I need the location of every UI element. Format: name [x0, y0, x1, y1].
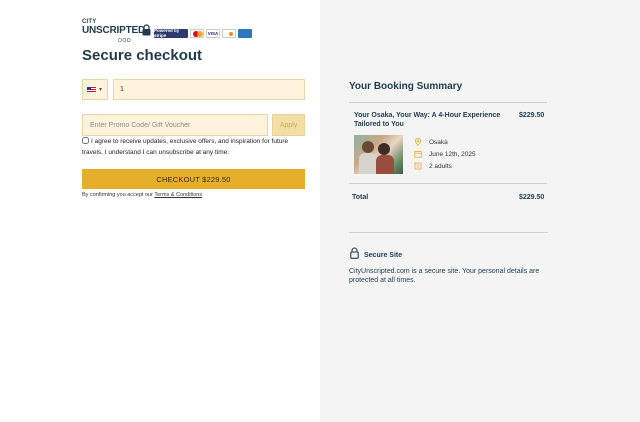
secure-site-text: CityUnscripted.com is a secure site. You…: [349, 268, 540, 284]
total-label: Total: [352, 194, 369, 201]
divider: [349, 183, 547, 184]
stripe-badge: Powered by stripe: [154, 28, 188, 38]
page-title: Secure checkout: [82, 47, 203, 64]
consent-label: I agree to receive updates, exclusive of…: [82, 138, 289, 156]
logo-line-3: OOO: [118, 38, 132, 44]
promo-code-input[interactable]: [82, 114, 268, 136]
marketing-consent: I agree to receive updates, exclusive of…: [82, 137, 307, 158]
location-row: Osaka: [414, 138, 448, 146]
ticket-icon: [414, 162, 422, 170]
checkout-panel: CITY UNSCRIPTED OOO Powered by stripe VI…: [0, 0, 320, 422]
checkout-button[interactable]: CHECKOUT $229.50: [82, 169, 305, 189]
booking-summary-panel: [320, 0, 640, 422]
guests-text: 2 adults: [429, 162, 452, 170]
location-text: Osaka: [429, 138, 448, 146]
terms-note: By confirming you accept our Terms & Con…: [82, 192, 202, 198]
tour-price: $229.50: [519, 112, 545, 119]
country-code-select[interactable]: ▾: [82, 79, 108, 100]
mastercard-icon: [190, 28, 204, 38]
us-flag-icon: [87, 86, 96, 93]
apply-button[interactable]: Apply: [272, 114, 305, 136]
calendar-icon: [414, 151, 422, 158]
phone-input[interactable]: [113, 79, 305, 100]
payment-badges: Powered by stripe VISA: [154, 28, 252, 38]
city-unscripted-logo[interactable]: CITY UNSCRIPTED OOO: [82, 19, 145, 45]
divider: [349, 232, 548, 233]
total-value: $229.50: [519, 194, 545, 201]
terms-prefix: By confirming you accept our: [82, 192, 153, 198]
lock-icon: [142, 24, 151, 36]
date-text: June 12th, 2025: [429, 150, 476, 158]
secure-site-title: Secure Site: [364, 252, 403, 259]
amex-icon: [238, 28, 252, 38]
visa-badge: VISA: [206, 28, 220, 38]
lock-icon: [350, 247, 359, 259]
location-pin-icon: [414, 138, 422, 146]
logo-line-2: UNSCRIPTED: [82, 25, 146, 36]
tour-title: Your Osaka, Your Way: A 4-Hour Experienc…: [354, 112, 501, 128]
tour-image: [354, 135, 403, 174]
consent-checkbox[interactable]: [82, 137, 89, 144]
date-row: June 12th, 2025: [414, 150, 476, 158]
chevron-down-icon: ▾: [99, 87, 103, 93]
summary-title: Your Booking Summary: [349, 81, 463, 92]
terms-link[interactable]: Terms & Conditions: [154, 192, 202, 198]
guests-row: 2 adults: [414, 162, 452, 170]
discover-icon: [222, 28, 236, 38]
divider: [349, 102, 547, 103]
